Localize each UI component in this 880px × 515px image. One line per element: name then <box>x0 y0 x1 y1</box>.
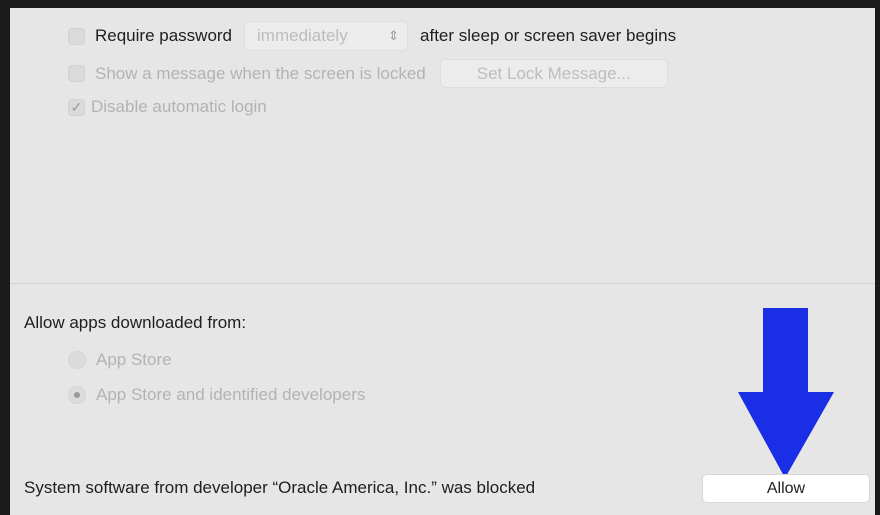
down-arrow-annotation-icon <box>738 308 834 478</box>
disable-auto-login-label: Disable automatic login <box>91 97 267 116</box>
up-down-chevron-icon: ⇕ <box>388 28 400 43</box>
require-password-label: Require password <box>95 26 233 45</box>
section-divider <box>10 283 875 284</box>
password-suffix-label: after sleep or screen saver begins <box>420 26 677 45</box>
lock-message-row: Show a message when the screen is locked… <box>68 59 668 88</box>
require-password-checkbox[interactable] <box>68 27 85 45</box>
set-lock-message-button[interactable]: Set Lock Message... <box>439 59 668 88</box>
auto-login-row: ✓ Disable automatic login <box>68 97 267 117</box>
security-preferences-pane: Require password immediately ⇕ after sle… <box>10 8 875 515</box>
radio-app-store-label: App Store <box>96 350 172 369</box>
checkmark-icon: ✓ <box>70 99 83 115</box>
allow-apps-heading: Allow apps downloaded from: <box>24 313 247 332</box>
gatekeeper-heading-row: Allow apps downloaded from: <box>24 313 246 333</box>
lock-message-checkbox[interactable] <box>68 65 85 82</box>
require-password-row: Require password immediately ⇕ after sle… <box>68 21 676 51</box>
radio-identified-label: App Store and identified developers <box>96 385 366 404</box>
lock-message-label: Show a message when the screen is locked <box>95 63 426 83</box>
password-delay-popup[interactable]: immediately ⇕ <box>244 21 409 51</box>
password-delay-value: immediately <box>257 26 348 45</box>
blocked-software-message: System software from developer “Oracle A… <box>24 478 536 497</box>
radio-app-store-row: App Store <box>68 350 172 370</box>
radio-identified-row: App Store and identified developers <box>68 385 365 405</box>
allow-button[interactable]: Allow <box>702 474 870 503</box>
blocked-message-row: System software from developer “Oracle A… <box>24 478 535 498</box>
radio-app-store[interactable] <box>68 351 86 369</box>
disable-auto-login-checkbox[interactable]: ✓ <box>68 98 85 116</box>
radio-app-store-identified[interactable] <box>68 386 86 404</box>
radio-selected-dot <box>74 392 80 398</box>
